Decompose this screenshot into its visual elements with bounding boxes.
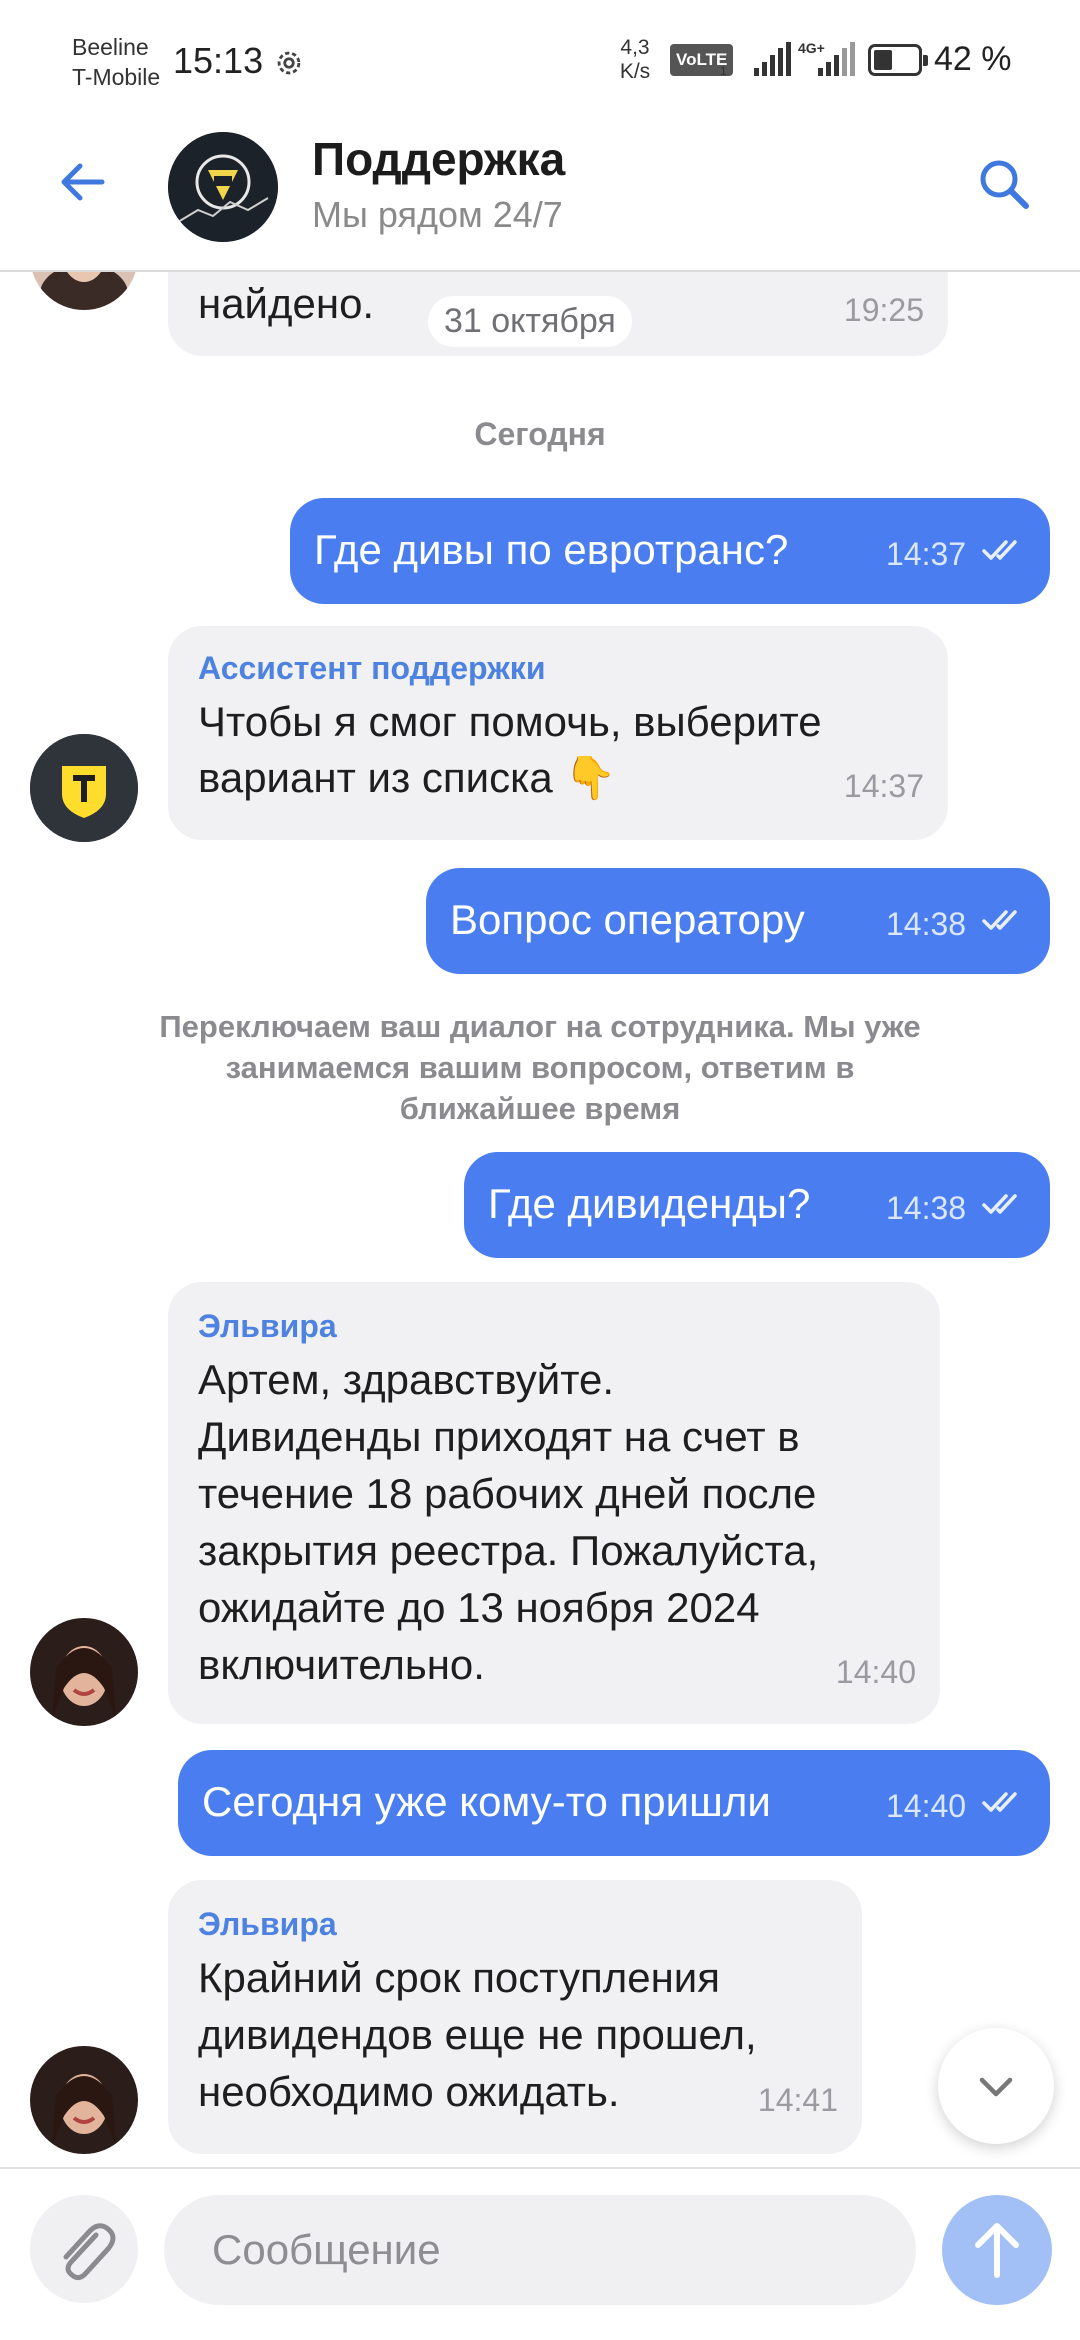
system-notice: Переключаем ваш диалог на сотрудника. Мы… [159,1009,921,1126]
date-chip: 31 октября [428,296,632,347]
arrow-left-icon[interactable] [52,150,116,214]
message-input[interactable] [164,2195,916,2305]
message-composer [0,2167,1080,2340]
message-text: Где дивы по евротранс? [314,526,789,573]
message-text: Дивиденды приходят на счет в [198,1413,800,1460]
chat-title: Поддержка [312,133,566,185]
bot-badge-icon [30,734,138,842]
search-icon[interactable] [972,152,1036,216]
signal-icon [754,42,791,76]
message-text: Чтобы я смог помочь, выберите [198,698,822,745]
message-time: 14:37 [886,536,967,572]
message-text: Крайний срок поступления [198,1954,721,2001]
message-text: найдено. [198,280,375,327]
message-time: 19:25 [843,292,924,328]
message-text: Где дивиденды? [488,1180,811,1227]
attach-button[interactable] [30,2195,138,2303]
message-time: 14:38 [886,906,967,942]
message-bubble-incoming[interactable]: Ассистент поддержки Чтобы я смог помочь,… [168,626,948,840]
double-check-icon [982,540,1017,560]
message-bubble-incoming[interactable]: Эльвира Крайний срок поступления дивиден… [168,1880,862,2154]
scroll-to-bottom-button[interactable] [938,2028,1054,2144]
sender-name: Эльвира [198,1308,337,1344]
carrier-names: Beeline T-Mobile [72,32,160,92]
message-text: Артем, здравствуйте. [198,1356,615,1403]
message-text: Сегодня уже кому-то пришли [202,1778,771,1825]
volte-sim-index: 1 [720,64,727,78]
bot-avatar[interactable] [30,734,138,842]
battery-percent: 42 % [934,40,1012,78]
signal-4g-icon: 4G+ [796,40,856,78]
status-bar: Beeline T-Mobile 15:13 4,3 K/s VoLTE 1 4… [0,0,1080,120]
send-button[interactable] [942,2195,1052,2305]
network-speed-value: 4,3 [620,36,650,59]
message-text: включительно. [198,1641,485,1688]
battery-icon [868,44,928,76]
gear-icon [277,51,301,75]
network-speed-unit: K/s [619,60,651,83]
message-time: 14:40 [835,1654,916,1690]
message-text: необходимо ожидать. [198,2068,620,2115]
message-text: закрытия реестра. Пожалуйста, [198,1527,819,1574]
double-check-icon [982,910,1017,930]
channel-avatar[interactable] [168,132,278,242]
double-check-icon [982,1194,1017,1214]
message-bubble-outgoing[interactable]: Вопрос оператору 14:38 [426,868,1050,974]
message-bubble-outgoing[interactable]: Где дивиденды? 14:38 [464,1152,1050,1258]
sender-name: Эльвира [198,1906,337,1942]
message-text: ожидайте до 13 ноября 2024 [198,1584,760,1631]
arrow-up-icon [975,2223,1019,2278]
chat-header: Поддержка Мы рядом 24/7 [0,120,1080,272]
message-text: дивидендов еще не прошел, [198,2011,757,2058]
paperclip-icon [63,2223,116,2281]
day-separator: Сегодня [474,416,606,452]
message-list[interactable]: найдено. 19:25 31 октября Сегодня Где ди… [0,272,1080,2167]
carrier-1: Beeline [72,34,149,60]
network-speed: 4,3 K/s [612,36,658,84]
double-check-icon [982,1792,1017,1812]
avatar[interactable] [30,2046,138,2154]
carrier-2: T-Mobile [72,64,161,90]
message-bubble-incoming[interactable]: Эльвира Артем, здравствуйте. Дивиденды п… [168,1282,940,1724]
message-time: 14:37 [843,768,924,804]
message-time: 14:38 [886,1190,967,1226]
chevron-down-icon [979,2077,1013,2097]
message-text: Вопрос оператору [450,896,805,943]
avatar[interactable] [30,1618,138,1726]
bank-emblem-icon [168,132,278,242]
battery-fill [874,50,892,70]
message-text: вариант из списка 👇 [198,754,617,801]
message-bubble-outgoing[interactable]: Где дивы по евротранс? 14:37 [290,498,1050,604]
message-bubble-outgoing[interactable]: Сегодня уже кому-то пришли 14:40 [178,1750,1050,1856]
chat-subtitle: Мы рядом 24/7 [312,194,563,235]
message-time: 14:40 [886,1788,967,1824]
status-time: 15:13 [173,40,264,81]
avatar[interactable] [30,272,138,310]
message-time: 14:41 [757,2082,838,2118]
message-text: течение 18 рабочих дней после [198,1470,817,1517]
sender-name: Ассистент поддержки [198,650,546,686]
